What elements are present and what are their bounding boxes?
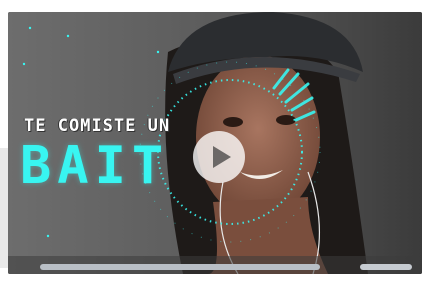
play-icon [212, 146, 231, 168]
play-button[interactable] [193, 131, 245, 183]
caption-line-2: BAIT [20, 136, 170, 196]
progress-bar[interactable] [40, 264, 320, 270]
caption-line-1: TE COMISTE UN [24, 116, 171, 136]
video-player[interactable]: TE COMISTE UN BAIT [8, 12, 422, 274]
video-controls [8, 256, 422, 274]
volume-slider[interactable] [360, 264, 412, 270]
